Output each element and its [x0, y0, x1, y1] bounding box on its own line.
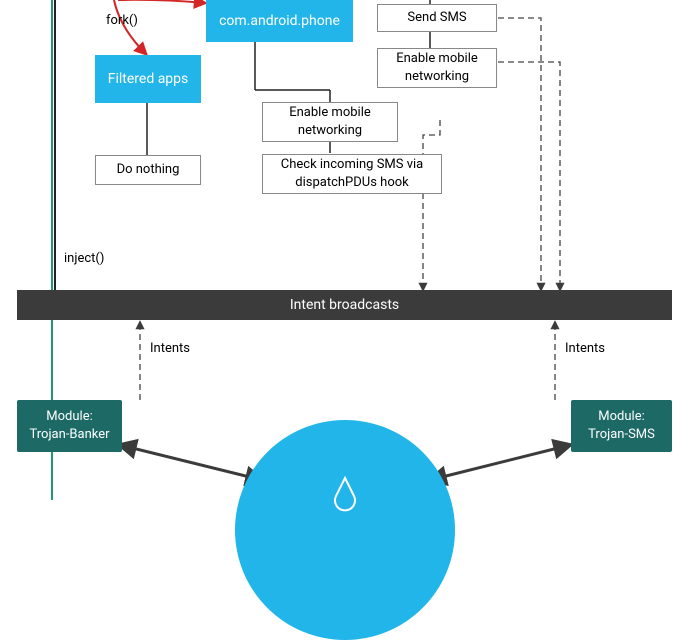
bar-intent-broadcasts: Intent broadcasts [17, 290, 672, 320]
box-enable-networking-right: Enable mobile networking [377, 48, 497, 88]
box-do-nothing: Do nothing [95, 155, 201, 185]
box-check-incoming-sms: Check incoming SMS via dispatchPDUs hook [262, 154, 442, 194]
label-inject: inject() [64, 251, 104, 266]
module-trojan-banker: Module: Trojan-Banker [17, 400, 122, 452]
box-filtered-apps: Filtered apps [95, 55, 201, 103]
module-sms-label2: Trojan-SMS [588, 426, 655, 444]
central-hub-circle [235, 420, 455, 640]
label-intents-right: Intents [565, 341, 605, 356]
module-sms-label1: Module: [598, 408, 644, 426]
module-trojan-sms: Module: Trojan-SMS [571, 400, 672, 452]
box-phone: com.android.phone [206, 0, 353, 42]
label-intents-left: Intents [150, 341, 190, 356]
module-banker-label1: Module: [46, 408, 92, 426]
label-fork: fork() [106, 13, 138, 28]
droplet-icon [330, 476, 360, 516]
box-enable-networking-mid: Enable mobile networking [262, 102, 398, 142]
box-send-sms: Send SMS [377, 4, 497, 32]
module-banker-label2: Trojan-Banker [29, 426, 109, 444]
